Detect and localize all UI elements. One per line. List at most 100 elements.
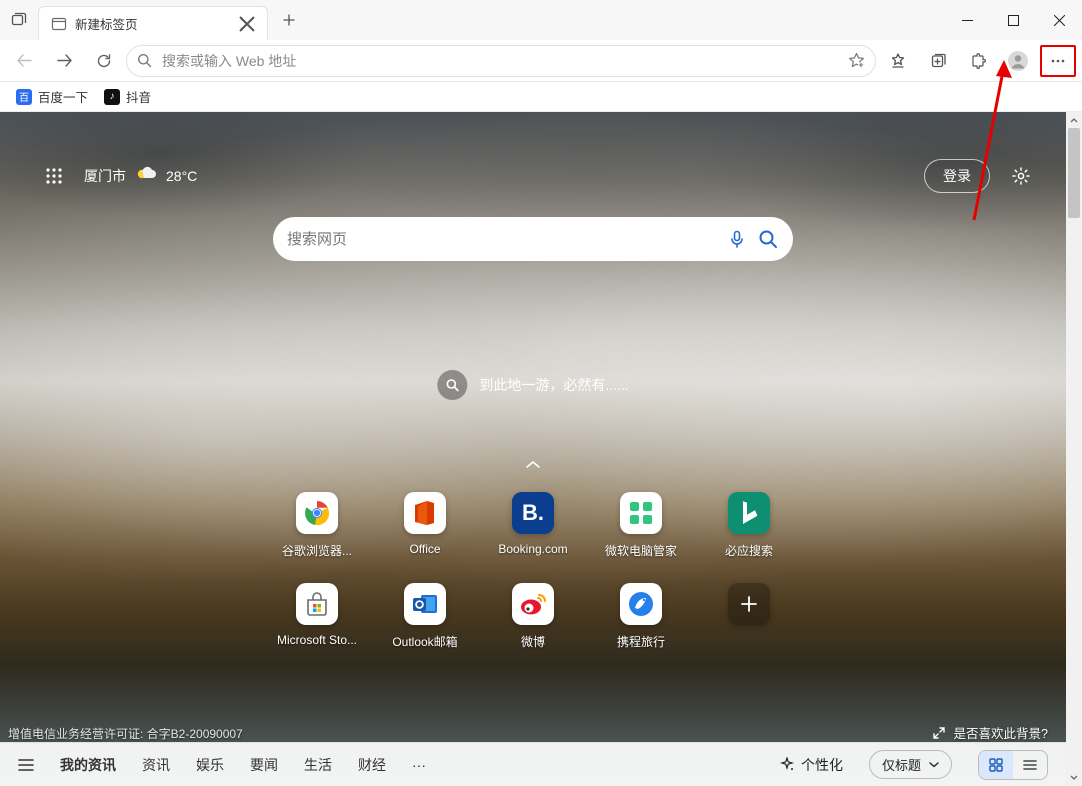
new-tab-button[interactable] bbox=[274, 5, 304, 35]
close-icon bbox=[1054, 15, 1065, 26]
search-icon bbox=[137, 53, 152, 68]
search-icon[interactable] bbox=[757, 228, 779, 250]
add-tile-button[interactable] bbox=[702, 583, 796, 650]
refresh-button[interactable] bbox=[86, 45, 122, 77]
new-tab-page: 厦门市 28°C 登录 到此地一游，必然有...... 谷歌浏览器...Offi… bbox=[0, 112, 1066, 786]
chevron-down-icon bbox=[929, 762, 939, 768]
tile-icon bbox=[296, 492, 338, 534]
forward-button[interactable] bbox=[46, 45, 82, 77]
apps-launcher-button[interactable] bbox=[40, 162, 68, 190]
tile-icon bbox=[620, 583, 662, 625]
quick-link-tile[interactable]: 微博 bbox=[486, 583, 580, 650]
tile-label: Booking.com bbox=[498, 542, 567, 556]
feed-tab[interactable]: 资讯 bbox=[142, 755, 170, 775]
tile-icon bbox=[404, 583, 446, 625]
quick-link-tile[interactable]: Outlook邮箱 bbox=[378, 583, 472, 650]
collapse-tiles-button[interactable] bbox=[519, 450, 547, 478]
address-input[interactable] bbox=[162, 53, 838, 69]
profile-button[interactable] bbox=[1000, 45, 1036, 77]
bookmark-item[interactable]: ♪ 抖音 bbox=[98, 84, 157, 109]
maximize-button[interactable] bbox=[990, 0, 1036, 40]
feed-tab[interactable]: 财经 bbox=[358, 755, 386, 775]
tile-icon bbox=[728, 492, 770, 534]
tile-label: 必应搜索 bbox=[725, 542, 773, 559]
favorites-button[interactable] bbox=[880, 45, 916, 77]
ntp-settings-button[interactable] bbox=[1006, 161, 1036, 191]
extensions-button[interactable] bbox=[960, 45, 996, 77]
minimize-button[interactable] bbox=[944, 0, 990, 40]
weather-icon bbox=[134, 166, 158, 186]
minimize-icon bbox=[962, 15, 973, 26]
grid-icon bbox=[45, 167, 63, 185]
bg-mountains bbox=[0, 112, 1066, 786]
feed-more-button[interactable]: ··· bbox=[412, 757, 426, 773]
quick-link-tile[interactable]: Office bbox=[378, 492, 472, 559]
license-text: 增值电信业务经营许可证: 合字B2-20090007 bbox=[8, 725, 243, 742]
maximize-icon bbox=[1008, 15, 1019, 26]
scroll-down-button[interactable] bbox=[1066, 770, 1082, 786]
tile-label: 微博 bbox=[521, 633, 545, 650]
layout-select-label: 仅标题 bbox=[882, 755, 921, 774]
bookmarks-bar: 百 百度一下 ♪ 抖音 bbox=[0, 82, 1082, 112]
scroll-up-button[interactable] bbox=[1066, 112, 1082, 128]
address-bar[interactable] bbox=[126, 45, 876, 77]
feed-tab[interactable]: 生活 bbox=[304, 755, 332, 775]
ntp-search-input[interactable] bbox=[287, 231, 717, 248]
quick-link-tile[interactable]: B.Booking.com bbox=[486, 492, 580, 559]
content-wrapper: 厦门市 28°C 登录 到此地一游，必然有...... 谷歌浏览器...Offi… bbox=[0, 112, 1082, 786]
feed-tab[interactable]: 娱乐 bbox=[196, 755, 224, 775]
ntp-header: 厦门市 28°C 登录 bbox=[40, 158, 1036, 194]
background-feedback[interactable]: 是否喜欢此背景? bbox=[932, 723, 1048, 742]
tile-icon bbox=[512, 583, 554, 625]
feed-menu-button[interactable] bbox=[18, 758, 34, 772]
vertical-scrollbar[interactable] bbox=[1066, 112, 1082, 786]
feed-tab[interactable]: 要闻 bbox=[250, 755, 278, 775]
chevron-down-icon bbox=[1070, 775, 1078, 781]
ntp-search-bar[interactable] bbox=[273, 217, 793, 261]
list-view-button[interactable] bbox=[1013, 751, 1047, 779]
close-icon[interactable] bbox=[239, 16, 255, 32]
visit-caption-text: 到此地一游，必然有...... bbox=[479, 375, 628, 395]
background-feedback-text: 是否喜欢此背景? bbox=[954, 723, 1048, 742]
visit-caption-icon bbox=[437, 370, 467, 400]
star-lines-icon bbox=[889, 52, 907, 70]
window-controls bbox=[944, 0, 1082, 40]
more-horizontal-icon bbox=[1050, 53, 1066, 69]
quick-link-tile[interactable]: Microsoft Sto... bbox=[270, 583, 364, 650]
quick-link-tile[interactable]: 谷歌浏览器... bbox=[270, 492, 364, 559]
feed-tab[interactable]: 我的资讯 bbox=[60, 755, 116, 775]
collections-icon bbox=[930, 52, 947, 69]
personalize-button[interactable]: 个性化 bbox=[779, 755, 843, 775]
login-button[interactable]: 登录 bbox=[924, 159, 990, 193]
weather-city: 厦门市 bbox=[84, 166, 126, 186]
tile-icon bbox=[620, 492, 662, 534]
grid-icon bbox=[988, 757, 1004, 773]
back-button[interactable] bbox=[6, 45, 42, 77]
mic-icon[interactable] bbox=[727, 229, 747, 249]
quick-link-tile[interactable]: 必应搜索 bbox=[702, 492, 796, 559]
chevron-up-icon bbox=[525, 459, 541, 469]
collections-button[interactable] bbox=[920, 45, 956, 77]
extensions-icon bbox=[969, 52, 987, 70]
close-window-button[interactable] bbox=[1036, 0, 1082, 40]
layout-select[interactable]: 仅标题 bbox=[869, 750, 952, 779]
more-menu-button[interactable] bbox=[1040, 45, 1076, 77]
tile-label: 携程旅行 bbox=[617, 633, 665, 650]
sparkle-icon bbox=[779, 757, 795, 773]
tab-actions-button[interactable] bbox=[0, 1, 38, 39]
favorite-add-icon[interactable] bbox=[848, 52, 865, 69]
arrow-left-icon bbox=[16, 52, 33, 69]
browser-tab[interactable]: 新建标签页 bbox=[38, 6, 268, 40]
browser-toolbar bbox=[0, 40, 1082, 82]
quick-links-grid: 谷歌浏览器...OfficeB.Booking.com微软电脑管家必应搜索 Mic… bbox=[270, 492, 796, 650]
quick-link-tile[interactable]: 携程旅行 bbox=[594, 583, 688, 650]
grid-view-button[interactable] bbox=[979, 751, 1013, 779]
avatar-icon bbox=[1007, 50, 1029, 72]
bookmark-favicon: 百 bbox=[16, 89, 32, 105]
bookmark-item[interactable]: 百 百度一下 bbox=[10, 84, 94, 109]
visit-caption[interactable]: 到此地一游，必然有...... bbox=[437, 370, 628, 400]
quick-link-tile[interactable]: 微软电脑管家 bbox=[594, 492, 688, 559]
weather-widget[interactable]: 厦门市 28°C bbox=[84, 166, 197, 186]
tabs-icon bbox=[11, 12, 27, 28]
scroll-thumb[interactable] bbox=[1068, 128, 1080, 218]
